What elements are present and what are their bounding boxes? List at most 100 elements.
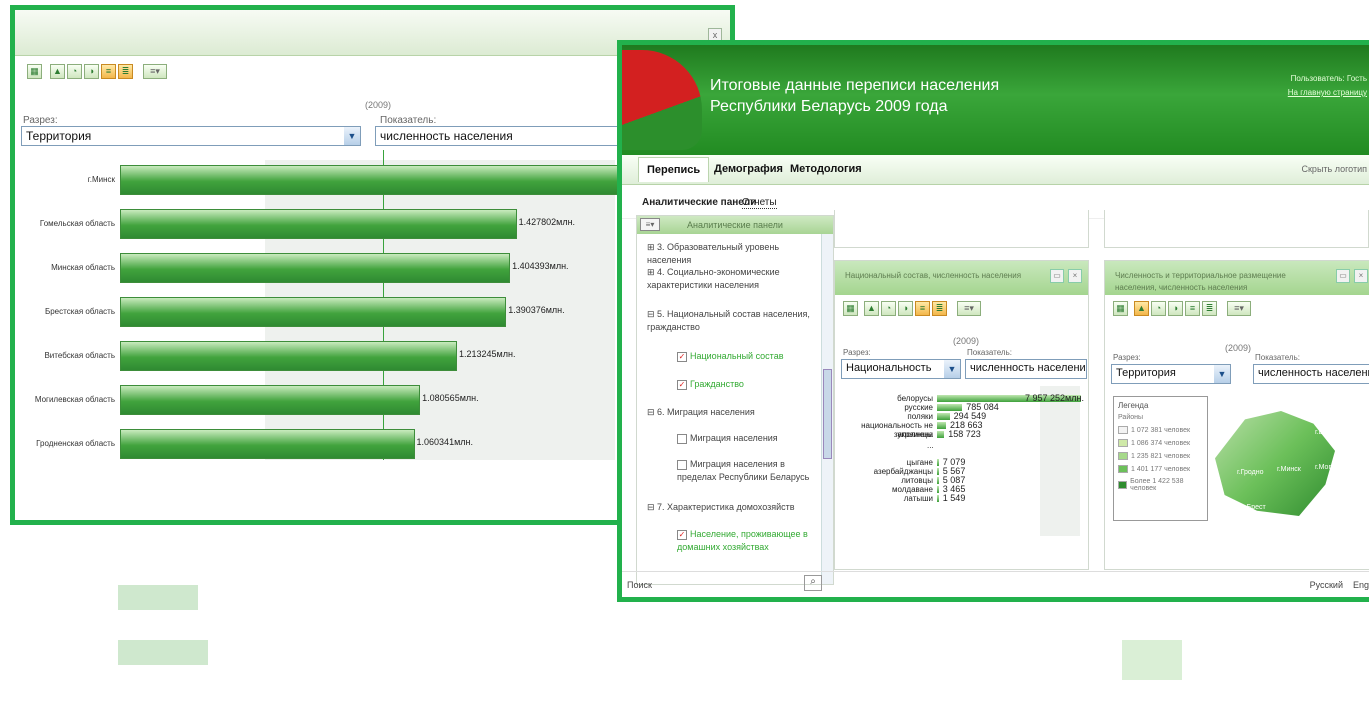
sidebar-item-households[interactable]: ⊟ 7. Характеристика домохозяйств [647, 501, 817, 514]
minimize-icon[interactable]: ▭ [1050, 269, 1064, 283]
pokazatel-select[interactable]: численность населения [1253, 364, 1369, 384]
sidebar-item-nationality[interactable]: ⊟ 5. Национальный состав населения, граж… [647, 308, 817, 334]
lang-en-link[interactable]: Eng [1353, 580, 1369, 590]
table-view-icon[interactable]: ▦ [843, 301, 858, 316]
legend-item: 1 072 381 человек [1118, 426, 1203, 434]
panel-year: (2009) [1225, 343, 1252, 353]
bar[interactable] [120, 209, 517, 239]
nationality-bar[interactable] [937, 495, 939, 502]
area-chart-icon[interactable]: ▲ [864, 301, 879, 316]
bar[interactable] [120, 297, 507, 327]
chevron-down-icon[interactable]: ▼ [944, 360, 960, 378]
bar[interactable] [120, 165, 620, 195]
sidebar-item-citizenship[interactable]: ✓ Гражданство [677, 378, 833, 391]
nationality-bar[interactable] [937, 459, 939, 466]
pie-chart-icon[interactable]: ◔ [881, 301, 896, 316]
bar-chart-icon[interactable]: ≡ [915, 301, 930, 316]
tab-metodologiya[interactable]: Методология [790, 163, 862, 175]
sidebar-item-migration-population[interactable]: Миграция населения [677, 432, 833, 445]
tab-demografiya[interactable]: Демография [714, 163, 783, 175]
nationality-bar[interactable] [937, 413, 950, 420]
analytic-panels-link[interactable]: Аналитические панели [642, 197, 756, 208]
legend-title: Легенда [1118, 401, 1149, 410]
sidebar-item-socio-economic[interactable]: ⊞ 4. Социально-экономические характерист… [647, 266, 817, 292]
hide-logo-link[interactable]: Скрыть логотип [1302, 164, 1368, 174]
city-label-mogilev: г.Могилев [1315, 464, 1347, 471]
panel-toolbar: ▦ ▲ ◔ ◑ ≡ ≣ ≡▾ [1105, 295, 1369, 316]
nationality-bar[interactable] [937, 468, 939, 475]
search-icon[interactable]: ⌕ [804, 575, 822, 591]
donut-chart-icon[interactable]: ◑ [898, 301, 913, 316]
bar-row: Могилевская область 1.080565млн. [15, 385, 715, 415]
pokazatel-select[interactable]: численность населения [965, 359, 1087, 379]
close-icon[interactable]: × [1354, 269, 1368, 283]
bar[interactable] [120, 341, 457, 371]
sidebar-item-migration[interactable]: ⊟ 6. Миграция населения [647, 406, 817, 419]
sidebar-item-household-population[interactable]: ✓ Население, проживающее в домашних хозяй… [677, 528, 817, 554]
razrez-select[interactable]: Национальность ▼ [841, 359, 961, 379]
nationality-panel: Национальный состав, численность населен… [834, 260, 1089, 570]
panel-header: Численность и территориальное размещение… [1105, 261, 1369, 295]
scrollbar-thumb[interactable] [823, 369, 832, 459]
nationality-bar[interactable] [937, 422, 946, 429]
nationality-label: русские [904, 403, 933, 412]
pie-chart-icon[interactable]: ◔ [1151, 301, 1166, 316]
menu-dropdown-icon[interactable]: ≡▾ [1227, 301, 1251, 316]
table-view-icon[interactable]: ▦ [1113, 301, 1128, 316]
column-chart-icon[interactable]: ≣ [118, 64, 133, 79]
nationality-bar[interactable] [937, 431, 945, 438]
sidebar-item-education[interactable]: ⊞ 3. Образовательный уровень населения [647, 241, 817, 267]
bar-category-label: Могилевская область [34, 395, 115, 404]
close-icon[interactable]: × [1068, 269, 1082, 283]
bar[interactable] [120, 429, 415, 459]
area-chart-icon[interactable]: ▲ [50, 64, 65, 79]
user-label: Пользователь: Гость [1290, 74, 1367, 83]
map-legend: Легенда Районы 1 072 381 человек 1 086 3… [1113, 396, 1208, 521]
sidebar-item-migration-internal[interactable]: Миграция населения в пределах Республики… [677, 458, 817, 484]
checkbox-checked-icon[interactable]: ✓ [677, 351, 687, 362]
sidebar-scrollbar[interactable] [821, 234, 833, 584]
nationality-label: молдаване [891, 485, 933, 494]
column-chart-icon[interactable]: ≣ [932, 301, 947, 316]
menu-dropdown-icon[interactable]: ≡▾ [143, 64, 167, 79]
bar[interactable] [120, 253, 511, 283]
checkbox-checked-icon[interactable]: ✓ [677, 379, 687, 390]
donut-chart-icon[interactable]: ◑ [1168, 301, 1183, 316]
tab-perepis[interactable]: Перепись [638, 157, 710, 182]
sidebar-item-label: Национальный состав [690, 351, 784, 361]
sidebar-item-label: 5. Национальный состав населения, гражда… [647, 309, 810, 332]
sidebar-item-label: 4. Социально-экономические характеристик… [647, 267, 780, 290]
reports-link[interactable]: Отчеты [742, 197, 777, 209]
sidebar-item-label: Миграция населения в пределах Республики… [677, 459, 810, 482]
checkbox-icon[interactable] [677, 433, 687, 444]
nationality-bar[interactable] [937, 486, 939, 493]
bar-chart-icon[interactable]: ≡ [1185, 301, 1200, 316]
chevron-down-icon[interactable]: ▼ [344, 127, 360, 145]
nationality-bar[interactable] [937, 477, 939, 484]
donut-chart-icon[interactable]: ◑ [84, 64, 99, 79]
bar-category-label: Минская область [51, 263, 115, 272]
bar[interactable] [120, 385, 421, 415]
chart-year: (2009) [365, 100, 392, 110]
map-view-icon[interactable]: ▲ [1134, 301, 1149, 316]
pie-chart-icon[interactable]: ◔ [67, 64, 82, 79]
razrez-select[interactable]: Территория ▼ [21, 126, 361, 146]
table-view-icon[interactable]: ▦ [27, 64, 42, 79]
bar-chart-icon[interactable]: ≡ [101, 64, 116, 79]
razrez-select[interactable]: Территория ▼ [1111, 364, 1231, 384]
pokazatel-label: Показатель: [380, 115, 437, 126]
legend-item: 1 401 177 человек [1118, 465, 1203, 473]
sidebar-item-national-composition[interactable]: ✓ Национальный состав [677, 350, 833, 363]
column-chart-icon[interactable]: ≣ [1202, 301, 1217, 316]
chevron-down-icon[interactable]: ▼ [1214, 365, 1230, 383]
checkbox-checked-icon[interactable]: ✓ [677, 529, 687, 540]
home-link[interactable]: На главную страницу [1288, 86, 1367, 100]
sidebar-menu-icon[interactable]: ≡▾ [640, 218, 660, 231]
menu-dropdown-icon[interactable]: ≡▾ [957, 301, 981, 316]
nationality-bar[interactable] [937, 404, 963, 411]
lang-ru-link[interactable]: Русский [1310, 580, 1343, 590]
minimize-icon[interactable]: ▭ [1336, 269, 1350, 283]
empty-panel-right [1104, 210, 1369, 248]
legend-item: 1 086 374 человек [1118, 439, 1203, 447]
checkbox-icon[interactable] [677, 459, 687, 470]
